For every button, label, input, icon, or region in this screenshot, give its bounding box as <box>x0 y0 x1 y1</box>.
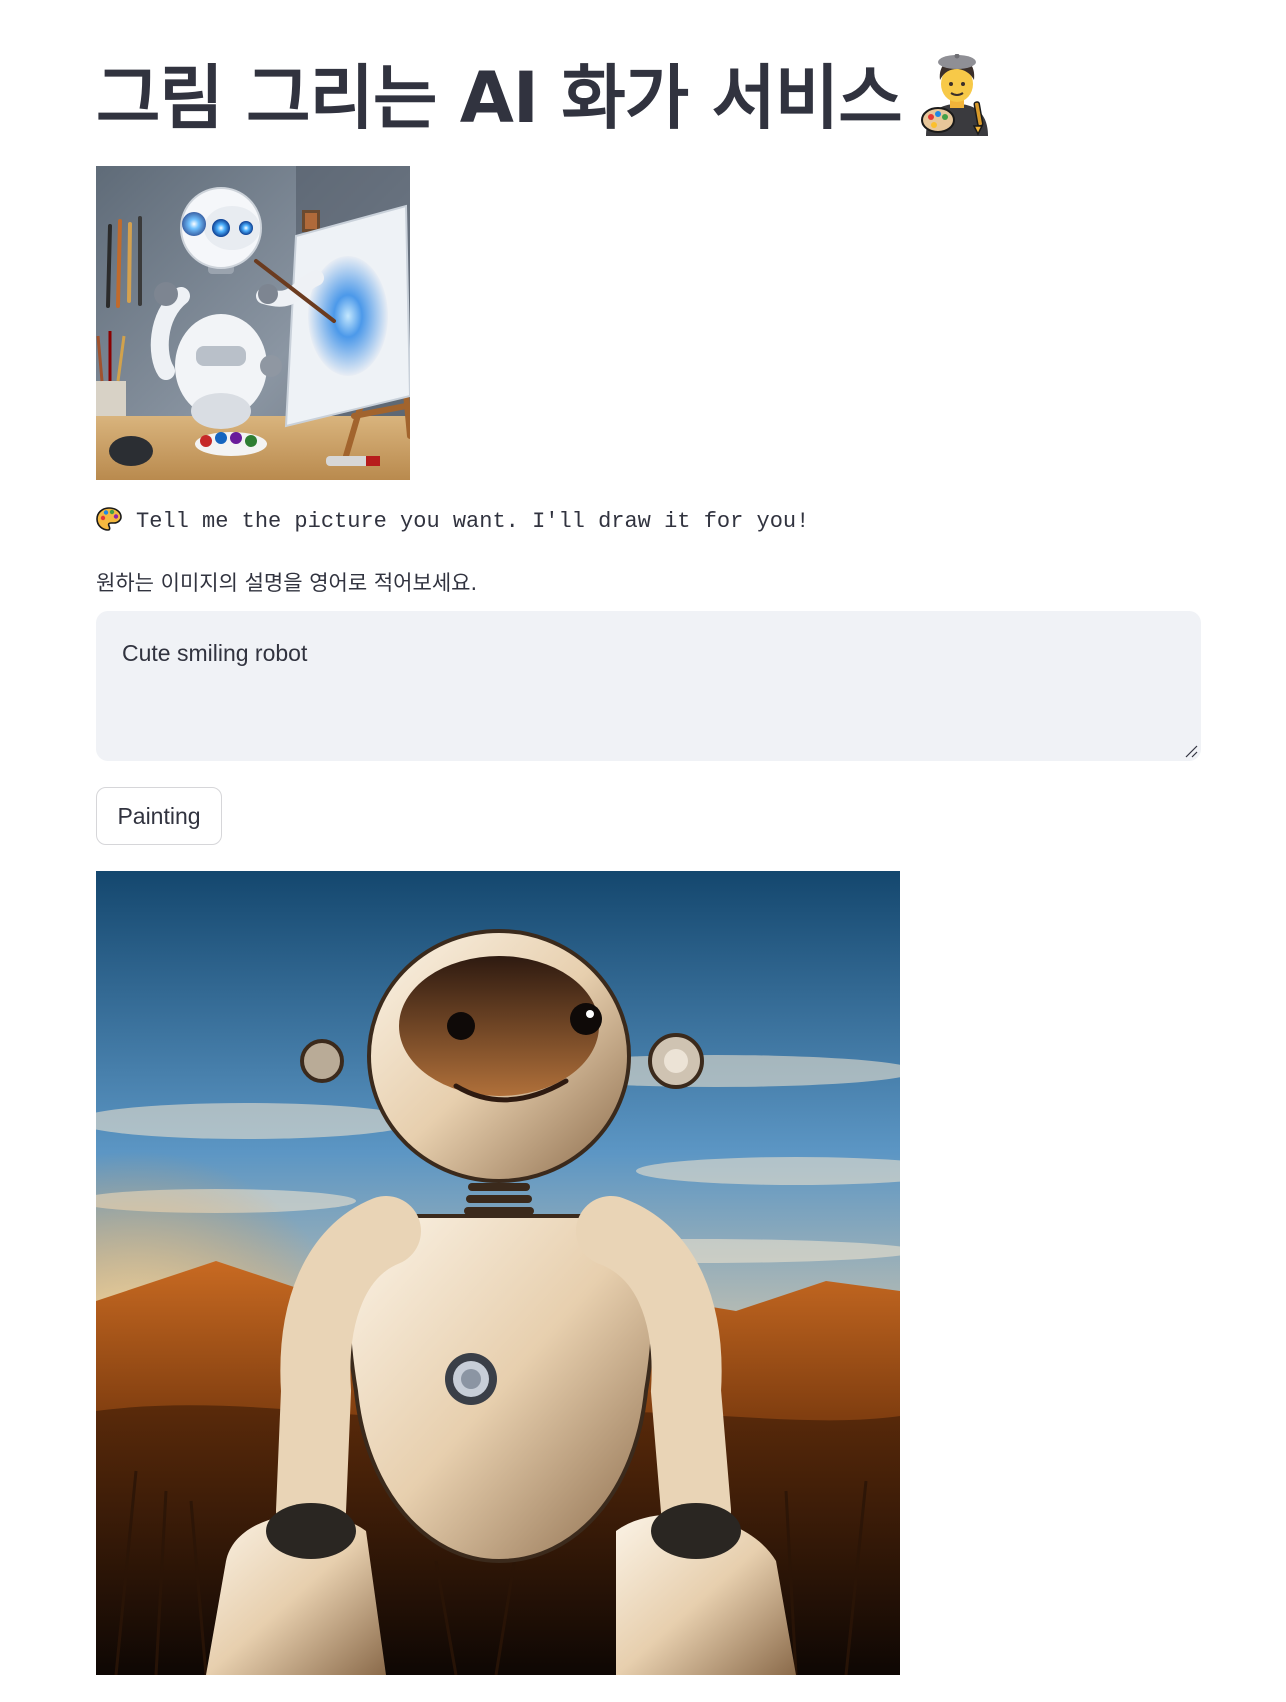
prompt-textarea-container: Cute smiling robot <box>96 611 1201 761</box>
resize-handle-icon[interactable] <box>1182 742 1198 758</box>
generated-robot-image <box>96 871 900 1675</box>
prompt-text: Tell me the picture you want. I'll draw … <box>136 509 810 534</box>
page-title-text: 그림 그리는 AI 화가 서비스 <box>96 57 903 139</box>
prompt-textarea[interactable]: Cute smiling robot <box>96 611 1201 761</box>
painting-button[interactable]: Painting <box>96 787 222 845</box>
robot-painter-image <box>96 166 410 480</box>
palette-icon <box>96 507 122 531</box>
prompt-line: Tell me the picture you want. I'll draw … <box>96 506 809 538</box>
page-title: 그림 그리는 AI 화가 서비스 <box>96 48 998 148</box>
input-label: 원하는 이미지의 설명을 영어로 적어보세요. <box>96 571 478 595</box>
artist-emoji-icon <box>920 54 988 136</box>
